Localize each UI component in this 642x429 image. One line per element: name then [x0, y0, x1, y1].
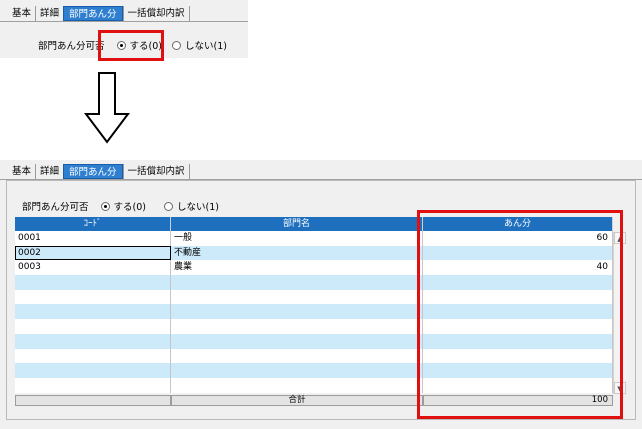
code-cell[interactable]	[15, 348, 171, 364]
code-cell[interactable]	[15, 275, 171, 290]
tab-bar-after: 基本 詳細 部門あん分 一括償却内訳	[8, 164, 190, 179]
dept-name-cell[interactable]	[171, 333, 423, 349]
dept-name-cell[interactable]: 不動産	[171, 245, 423, 261]
dept-name-cell[interactable]	[171, 377, 423, 393]
code-cell[interactable]	[15, 333, 171, 349]
radio-unchecked-icon	[163, 201, 173, 211]
field-label: 部門あん分可否	[22, 202, 89, 213]
radio-unchecked-icon	[171, 40, 181, 50]
radio-no-label: しない(1)	[176, 202, 219, 213]
tab-dept-allocation[interactable]: 部門あん分	[63, 164, 123, 179]
header-code[interactable]: ｺｰﾄﾞ	[15, 217, 171, 231]
dept-name-cell[interactable]	[171, 289, 423, 305]
field-label: 部門あん分可否	[38, 41, 105, 52]
dept-name-cell[interactable]	[171, 275, 423, 290]
dept-name-cell[interactable]	[171, 304, 423, 320]
tab-detail[interactable]: 詳細	[35, 164, 63, 179]
footer-total-label: 合計	[171, 394, 423, 406]
radio-no-label: しない(1)	[184, 41, 227, 52]
highlight-box-option	[98, 30, 164, 61]
code-cell[interactable]	[15, 289, 171, 305]
dept-name-cell[interactable]	[171, 363, 423, 378]
code-cell[interactable]: 0003	[15, 260, 171, 276]
radio-yes-label: する(0)	[113, 202, 146, 213]
footer-code-cell	[15, 394, 171, 406]
code-cell[interactable]	[15, 363, 171, 378]
dept-name-cell[interactable]	[171, 319, 423, 334]
highlight-box-allocation-column	[417, 210, 623, 419]
dept-name-cell[interactable]	[171, 348, 423, 364]
radio-yes[interactable]: する(0)	[100, 199, 146, 213]
tab-basic[interactable]: 基本	[8, 164, 35, 179]
tab-divider	[0, 21, 248, 22]
code-cell[interactable]: 0001	[15, 231, 171, 246]
tab-bulk-depreciation[interactable]: 一括償却内訳	[122, 164, 190, 179]
tab-bar-before: 基本 詳細 部門あん分 一括償却内訳	[8, 6, 190, 21]
code-cell[interactable]: 0002	[15, 245, 171, 261]
code-cell[interactable]	[15, 377, 171, 393]
radio-no[interactable]: しない(1)	[171, 38, 227, 52]
tab-bulk-depreciation[interactable]: 一括償却内訳	[122, 6, 190, 21]
radio-checked-icon	[100, 201, 110, 211]
radio-no[interactable]: しない(1)	[163, 199, 219, 213]
tab-detail[interactable]: 詳細	[35, 6, 63, 21]
code-cell[interactable]	[15, 319, 171, 334]
tab-dept-allocation[interactable]: 部門あん分	[63, 6, 123, 21]
dept-name-cell[interactable]: 農業	[171, 260, 423, 276]
allocation-option-row: 部門あん分可否 する(0) しない(1)	[22, 199, 229, 213]
tab-basic[interactable]: 基本	[8, 6, 35, 21]
down-arrow-icon	[84, 72, 130, 144]
header-dept-name[interactable]: 部門名	[171, 217, 423, 231]
dept-name-cell[interactable]: 一般	[171, 231, 423, 246]
code-cell[interactable]	[15, 304, 171, 320]
